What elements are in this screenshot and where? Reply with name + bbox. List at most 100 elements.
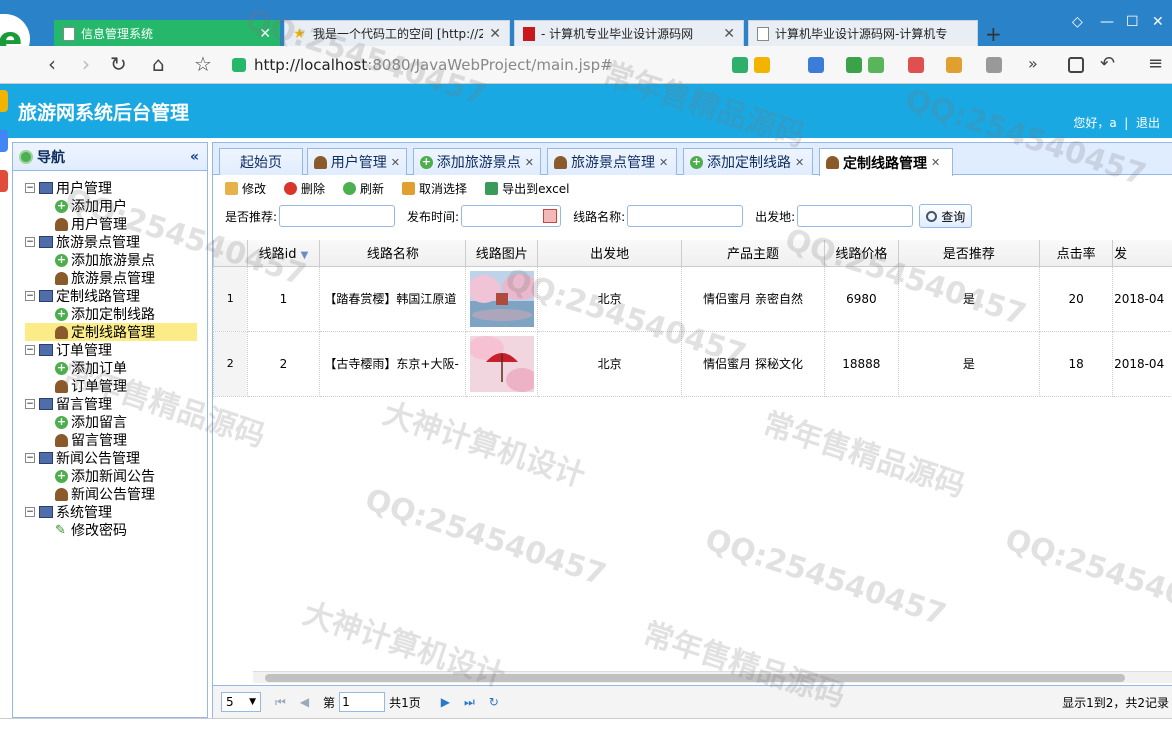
reader-icon[interactable]: [846, 57, 862, 73]
column-header-recommend[interactable]: 是否推荐: [897, 240, 1041, 267]
nav-item[interactable]: + 添加新闻公告: [25, 467, 207, 485]
refresh-button[interactable]: 刷新: [343, 180, 384, 197]
column-header-departure[interactable]: 出发地: [537, 240, 682, 267]
sidebar-app-icon[interactable]: [0, 90, 8, 112]
page-size-select[interactable]: 5 ▼: [221, 692, 261, 712]
undo-icon[interactable]: ↶: [1100, 54, 1115, 74]
nav-group[interactable]: − 新闻公告管理: [25, 449, 207, 467]
column-header-clicks[interactable]: 点击率: [1039, 240, 1114, 267]
export-excel-button[interactable]: 导出到excel: [485, 180, 569, 197]
nav-group[interactable]: − 留言管理: [25, 395, 207, 413]
sidebar-app-icon[interactable]: [0, 130, 8, 152]
browser-tab-1[interactable]: 信息管理系统 ✕: [54, 20, 280, 46]
delete-button[interactable]: 删除: [284, 180, 325, 197]
table-row[interactable]: 1 1 【踏春赏樱】韩国江原道 北京 情侣蜜月 亲密自然 6980 是 20 2…: [213, 265, 1172, 332]
reload-page-icon[interactable]: ↻: [489, 695, 499, 709]
sidebar-app-icon[interactable]: [0, 170, 8, 192]
speed-icon[interactable]: [732, 57, 748, 73]
publish-time-input[interactable]: [461, 205, 562, 227]
nav-item[interactable]: + 添加留言: [25, 413, 207, 431]
screenshot-icon[interactable]: [946, 57, 962, 73]
logout-link[interactable]: 退出: [1136, 116, 1160, 130]
extension-icon[interactable]: [868, 57, 884, 73]
column-header-date[interactable]: 发: [1112, 240, 1172, 267]
query-button[interactable]: 查询: [919, 204, 973, 228]
route-name-input[interactable]: [627, 205, 744, 227]
tab-scenic-spot-management[interactable]: 旅游景点管理 ✕: [547, 148, 677, 175]
nav-item[interactable]: 留言管理: [25, 431, 207, 449]
prev-page-icon[interactable]: ◀: [300, 695, 309, 709]
close-icon[interactable]: ✕: [489, 26, 501, 42]
nav-item[interactable]: 新闻公告管理: [25, 485, 207, 503]
browser-tab-2[interactable]: ★ 我是一个代码工的空间 [http://2 ✕: [284, 20, 510, 46]
browser-tab-3[interactable]: - 计算机专业毕业设计源码网 ✕: [514, 20, 744, 46]
column-header-name[interactable]: 线路名称: [319, 240, 467, 267]
first-page-icon[interactable]: ⏮: [275, 695, 286, 710]
nav-item[interactable]: + 添加用户: [25, 197, 207, 215]
nav-group[interactable]: − 系统管理: [25, 503, 207, 521]
edit-button[interactable]: 修改: [225, 180, 266, 197]
skin-icon[interactable]: ◇: [1072, 14, 1083, 30]
more-icon[interactable]: »: [1028, 54, 1038, 74]
apps-icon[interactable]: [808, 57, 824, 73]
tab-close-icon[interactable]: ✕: [795, 156, 804, 169]
next-page-icon[interactable]: ▶: [441, 695, 450, 709]
collapse-tree-icon[interactable]: −: [25, 291, 35, 301]
tab-start-page[interactable]: 起始页: [219, 148, 303, 175]
collapse-tree-icon[interactable]: −: [25, 237, 35, 247]
nav-item[interactable]: ✎ 修改密码: [25, 521, 207, 539]
tab-user-management[interactable]: 用户管理 ✕: [307, 148, 407, 175]
nav-group[interactable]: − 定制线路管理: [25, 287, 207, 305]
close-icon[interactable]: ✕: [723, 26, 735, 42]
departure-input[interactable]: [797, 205, 914, 227]
nav-group[interactable]: − 订单管理: [25, 341, 207, 359]
column-header-price[interactable]: 线路价格: [824, 240, 899, 267]
nav-item[interactable]: + 添加旅游景点: [25, 251, 207, 269]
column-header-theme[interactable]: 产品主题: [680, 240, 826, 267]
tab-custom-route-management[interactable]: 定制线路管理 ✕: [819, 148, 953, 176]
maximize-icon[interactable]: ☐: [1126, 14, 1139, 30]
tab-close-icon[interactable]: ✕: [931, 156, 940, 169]
url-field[interactable]: http://localhost :8080/JavaWebProject/ma…: [232, 52, 722, 78]
home-icon[interactable]: ⌂: [152, 54, 165, 74]
scrollbar-thumb[interactable]: [265, 674, 1125, 682]
table-row[interactable]: 2 2 【古寺樱雨】东京+大阪- 北京 情侣蜜月 探秘文化 18888 是 18…: [213, 330, 1172, 397]
forward-icon[interactable]: ›: [82, 54, 90, 74]
column-header-id[interactable]: 线路id ▼: [246, 240, 321, 267]
nav-item[interactable]: 定制线路管理: [25, 323, 197, 341]
collapse-tree-icon[interactable]: −: [25, 507, 35, 517]
nav-item[interactable]: + 添加订单: [25, 359, 207, 377]
close-icon[interactable]: ✕: [259, 26, 271, 42]
window-close-icon[interactable]: ✕: [1152, 14, 1164, 30]
translate-icon[interactable]: [908, 57, 924, 73]
bookmark-star-icon[interactable]: ☆: [194, 54, 212, 74]
horizontal-scrollbar[interactable]: [253, 671, 1172, 683]
page-number-input[interactable]: 1: [339, 692, 386, 712]
menu-icon[interactable]: ≡: [1148, 54, 1163, 74]
nav-item[interactable]: 旅游景点管理: [25, 269, 207, 287]
calendar-icon[interactable]: [543, 209, 558, 223]
recommend-input[interactable]: [279, 205, 396, 227]
collapse-tree-icon[interactable]: −: [25, 345, 35, 355]
minimize-icon[interactable]: —: [1100, 14, 1114, 30]
tab-close-icon[interactable]: ✕: [525, 156, 534, 169]
browser-tab-4[interactable]: 计算机毕业设计源码网-计算机专: [748, 20, 978, 46]
collapse-icon[interactable]: «: [190, 149, 199, 165]
phone-icon[interactable]: [1068, 57, 1084, 73]
column-header-image[interactable]: 线路图片: [465, 240, 539, 267]
nav-group[interactable]: − 用户管理: [25, 179, 207, 197]
collapse-tree-icon[interactable]: −: [25, 453, 35, 463]
lightning-icon[interactable]: [754, 57, 770, 73]
nav-item[interactable]: 用户管理: [25, 215, 207, 233]
nav-item[interactable]: 订单管理: [25, 377, 207, 395]
game-icon[interactable]: [986, 57, 1002, 73]
tab-add-custom-route[interactable]: + 添加定制线路 ✕: [683, 148, 813, 175]
nav-group[interactable]: − 旅游景点管理: [25, 233, 207, 251]
last-page-icon[interactable]: ⏭: [464, 695, 475, 710]
reload-icon[interactable]: ↻: [110, 54, 127, 74]
new-tab-icon[interactable]: +: [985, 22, 1002, 46]
nav-item[interactable]: + 添加定制线路: [25, 305, 207, 323]
back-icon[interactable]: ‹: [48, 54, 56, 74]
collapse-tree-icon[interactable]: −: [25, 183, 35, 193]
tab-add-scenic-spot[interactable]: + 添加旅游景点 ✕: [413, 148, 541, 175]
